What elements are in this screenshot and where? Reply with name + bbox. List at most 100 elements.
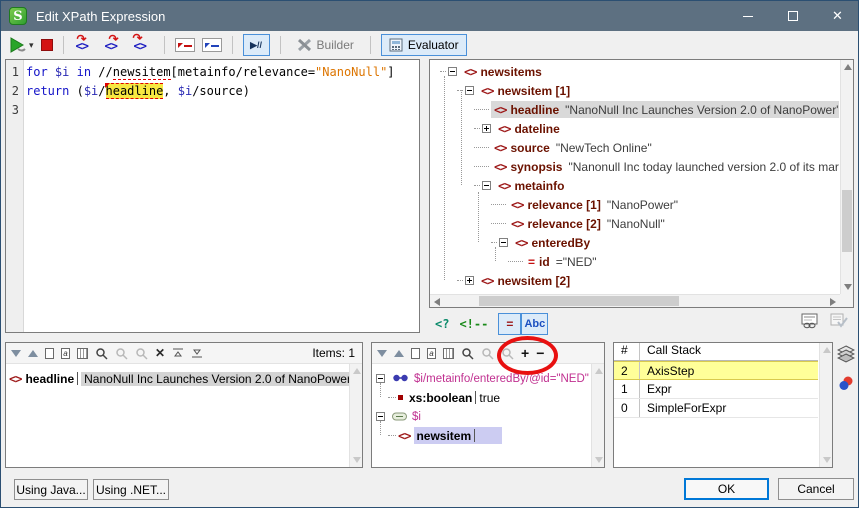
result-row[interactable]: <>headlineNanoNull Inc Launches Version … bbox=[9, 369, 347, 388]
collapse-icon[interactable] bbox=[448, 67, 457, 76]
copy-with-headers-icon[interactable]: a bbox=[61, 348, 70, 359]
maximize-button[interactable] bbox=[770, 1, 815, 31]
previous-result-icon[interactable] bbox=[28, 350, 38, 357]
tree-vertical-scrollbar[interactable] bbox=[840, 60, 853, 294]
search-next-icon[interactable] bbox=[135, 347, 148, 360]
tree-node[interactable]: <>source"NewTech Online" bbox=[430, 138, 839, 157]
using-java-button[interactable]: Using Java... bbox=[14, 479, 88, 500]
builder-button[interactable]: Builder bbox=[291, 36, 360, 54]
collapse-icon[interactable] bbox=[499, 238, 508, 247]
results-vertical-scrollbar[interactable] bbox=[349, 364, 362, 467]
add-watch-button[interactable]: + bbox=[521, 346, 529, 360]
search-previous-icon[interactable] bbox=[481, 347, 494, 360]
tree-node[interactable]: <>relevance [1]"NanoPower" bbox=[430, 195, 839, 214]
using-dotnet-button[interactable]: Using .NET... bbox=[93, 479, 169, 500]
insert-tracepoint-button[interactable] bbox=[202, 38, 222, 52]
scroll-up-icon[interactable] bbox=[595, 368, 603, 374]
collapse-all-icon[interactable] bbox=[172, 347, 184, 359]
call-stack-tab-icon[interactable] bbox=[837, 345, 855, 363]
maximize-icon bbox=[788, 11, 798, 21]
search-icon[interactable] bbox=[461, 347, 474, 360]
scroll-down-icon[interactable] bbox=[844, 284, 852, 290]
tree-node[interactable]: =id="NED" bbox=[430, 252, 839, 271]
edit-check-icon[interactable] bbox=[830, 313, 848, 329]
close-button[interactable]: ✕ bbox=[815, 1, 859, 31]
scroll-down-icon[interactable] bbox=[595, 457, 603, 463]
tree-node[interactable]: <>synopsis"Nanonull Inc today launched v… bbox=[430, 157, 839, 176]
call-stack-row[interactable]: 0SimpleForExpr bbox=[614, 399, 818, 418]
minimize-button[interactable] bbox=[725, 1, 770, 31]
xml-source-tree: <>newsitems<>newsitem [1]<>headline"Nano… bbox=[429, 59, 854, 308]
evaluator-button[interactable]: Evaluator bbox=[381, 34, 467, 56]
scrollbar-thumb[interactable] bbox=[842, 190, 852, 252]
step-out-button[interactable]: ↷<> bbox=[132, 36, 154, 54]
start-debugger-button[interactable]: ▾ bbox=[9, 37, 34, 53]
next-result-icon[interactable] bbox=[11, 350, 21, 357]
tree-node[interactable]: <>dateline bbox=[430, 119, 839, 138]
search-icon[interactable] bbox=[95, 347, 108, 360]
copy-icon[interactable] bbox=[411, 348, 420, 359]
cancel-button[interactable]: Cancel bbox=[778, 478, 854, 500]
search-previous-icon[interactable] bbox=[115, 347, 128, 360]
watch-row[interactable]: xs:booleantrue bbox=[388, 388, 589, 407]
selected-node[interactable]: newsitem bbox=[414, 427, 502, 444]
ok-button[interactable]: OK bbox=[684, 478, 769, 500]
scroll-up-icon[interactable] bbox=[823, 347, 831, 353]
collapse-icon[interactable] bbox=[376, 412, 385, 421]
call-stack-row[interactable]: 1Expr bbox=[614, 380, 818, 399]
collapse-icon[interactable] bbox=[376, 374, 385, 383]
columns-icon[interactable] bbox=[77, 348, 88, 359]
tree-node-content: <>enteredBy bbox=[512, 234, 593, 251]
expand-icon[interactable] bbox=[482, 124, 491, 133]
tree-node[interactable]: <>newsitems bbox=[430, 62, 839, 81]
next-icon[interactable] bbox=[377, 350, 387, 357]
clear-results-icon[interactable]: ✕ bbox=[155, 347, 165, 359]
collapse-icon[interactable] bbox=[482, 181, 491, 190]
call-stack-row[interactable]: 2AxisStep bbox=[614, 361, 818, 380]
scroll-up-icon[interactable] bbox=[353, 368, 361, 374]
processing-instruction-toggle[interactable]: <? bbox=[435, 317, 449, 331]
linked-windows-icon[interactable] bbox=[801, 313, 821, 329]
copy-with-headers-icon[interactable]: a bbox=[427, 348, 436, 359]
expand-all-icon[interactable] bbox=[191, 347, 203, 359]
tree-node[interactable]: <>newsitem [1] bbox=[430, 81, 839, 100]
tree-node[interactable]: <>relevance [2]"NanoNull" bbox=[430, 214, 839, 233]
watch-row[interactable]: $i/metainfo/enteredBy/@id="NED" bbox=[376, 369, 589, 388]
step-over-button[interactable]: ↷<> bbox=[103, 36, 125, 54]
copy-icon[interactable] bbox=[45, 348, 54, 359]
scroll-left-icon[interactable] bbox=[434, 298, 440, 306]
watch-row[interactable]: $i bbox=[376, 407, 589, 426]
tree-horizontal-scrollbar[interactable] bbox=[430, 294, 840, 307]
insert-breakpoint-button[interactable] bbox=[175, 38, 195, 52]
breakpoints-tab-icon[interactable] bbox=[838, 375, 854, 391]
watch-row[interactable]: <>newsitem bbox=[388, 426, 589, 445]
search-next-icon[interactable] bbox=[501, 347, 514, 360]
tree-node[interactable]: <>headline"NanoNull Inc Launches Version… bbox=[430, 100, 839, 119]
collapse-icon[interactable] bbox=[465, 86, 474, 95]
tree-node-content: <>newsitem [2] bbox=[478, 272, 573, 289]
evaluate-on-typing-toggle[interactable]: ▶// bbox=[243, 34, 270, 56]
scrollbar-thumb[interactable] bbox=[479, 296, 679, 306]
callstack-vertical-scrollbar[interactable] bbox=[819, 343, 832, 467]
step-into-button[interactable]: ↷<> bbox=[74, 36, 96, 54]
scroll-down-icon[interactable] bbox=[353, 457, 361, 463]
scroll-up-icon[interactable] bbox=[844, 64, 852, 70]
attributes-toggle[interactable]: = bbox=[498, 313, 521, 335]
previous-icon[interactable] bbox=[394, 350, 404, 357]
xpath-expression-editor[interactable]: 1for $i in //newsitem[metainfo/relevance… bbox=[5, 59, 420, 333]
expand-icon[interactable] bbox=[465, 276, 474, 285]
element-icon: <> bbox=[498, 122, 510, 136]
tree-node[interactable]: <>newsitem [2] bbox=[430, 271, 839, 290]
tree-node[interactable]: <>enteredBy bbox=[430, 233, 839, 252]
scroll-down-icon[interactable] bbox=[823, 457, 831, 463]
run-dropdown-icon[interactable]: ▾ bbox=[29, 40, 34, 51]
remove-watch-button[interactable]: − bbox=[536, 346, 544, 360]
columns-icon[interactable] bbox=[443, 348, 454, 359]
stop-debugger-button[interactable] bbox=[41, 39, 53, 51]
comment-toggle[interactable]: <!-- bbox=[459, 317, 488, 331]
text-values-toggle[interactable]: Abc bbox=[521, 313, 548, 335]
watch-expression: $i/metainfo/enteredBy/@id="NED" bbox=[414, 373, 589, 385]
scroll-right-icon[interactable] bbox=[830, 298, 836, 306]
watch-vertical-scrollbar[interactable] bbox=[591, 364, 604, 467]
tree-node[interactable]: <>metainfo bbox=[430, 176, 839, 195]
